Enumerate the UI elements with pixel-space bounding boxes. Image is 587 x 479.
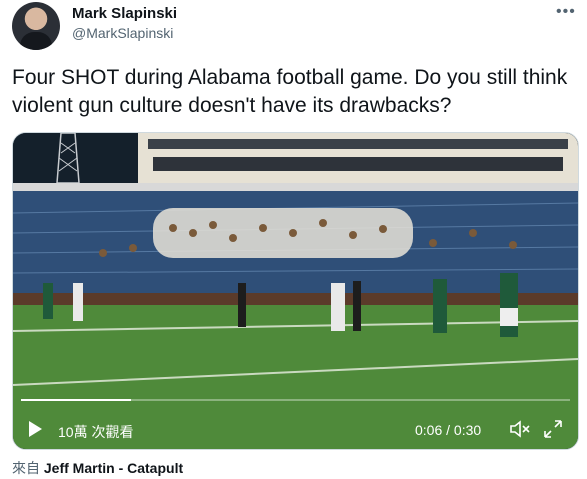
tweet-text: Four SHOT during Alabama football game. … — [12, 66, 568, 117]
view-count: 10萬 次觀看 — [58, 424, 134, 440]
video-player[interactable]: 10萬 次觀看 0:06 / 0:30 — [12, 132, 579, 450]
video-progress-bar[interactable] — [21, 399, 570, 401]
author-handle[interactable]: @MarkSlapinski — [72, 25, 173, 41]
source-prefix: 來自 — [12, 460, 40, 476]
author-name[interactable]: Mark Slapinski — [72, 5, 177, 22]
video-progress-fill — [21, 399, 131, 401]
more-horizontal-icon[interactable]: ••• — [556, 3, 576, 21]
video-time: 0:06 / 0:30 — [415, 422, 482, 438]
author-avatar[interactable] — [12, 2, 60, 50]
avatar-suit — [20, 32, 52, 50]
video-frame — [13, 133, 578, 449]
video-source: 來自 Jeff Martin - Catapult — [12, 458, 183, 478]
source-name[interactable]: Jeff Martin - Catapult — [44, 460, 183, 476]
